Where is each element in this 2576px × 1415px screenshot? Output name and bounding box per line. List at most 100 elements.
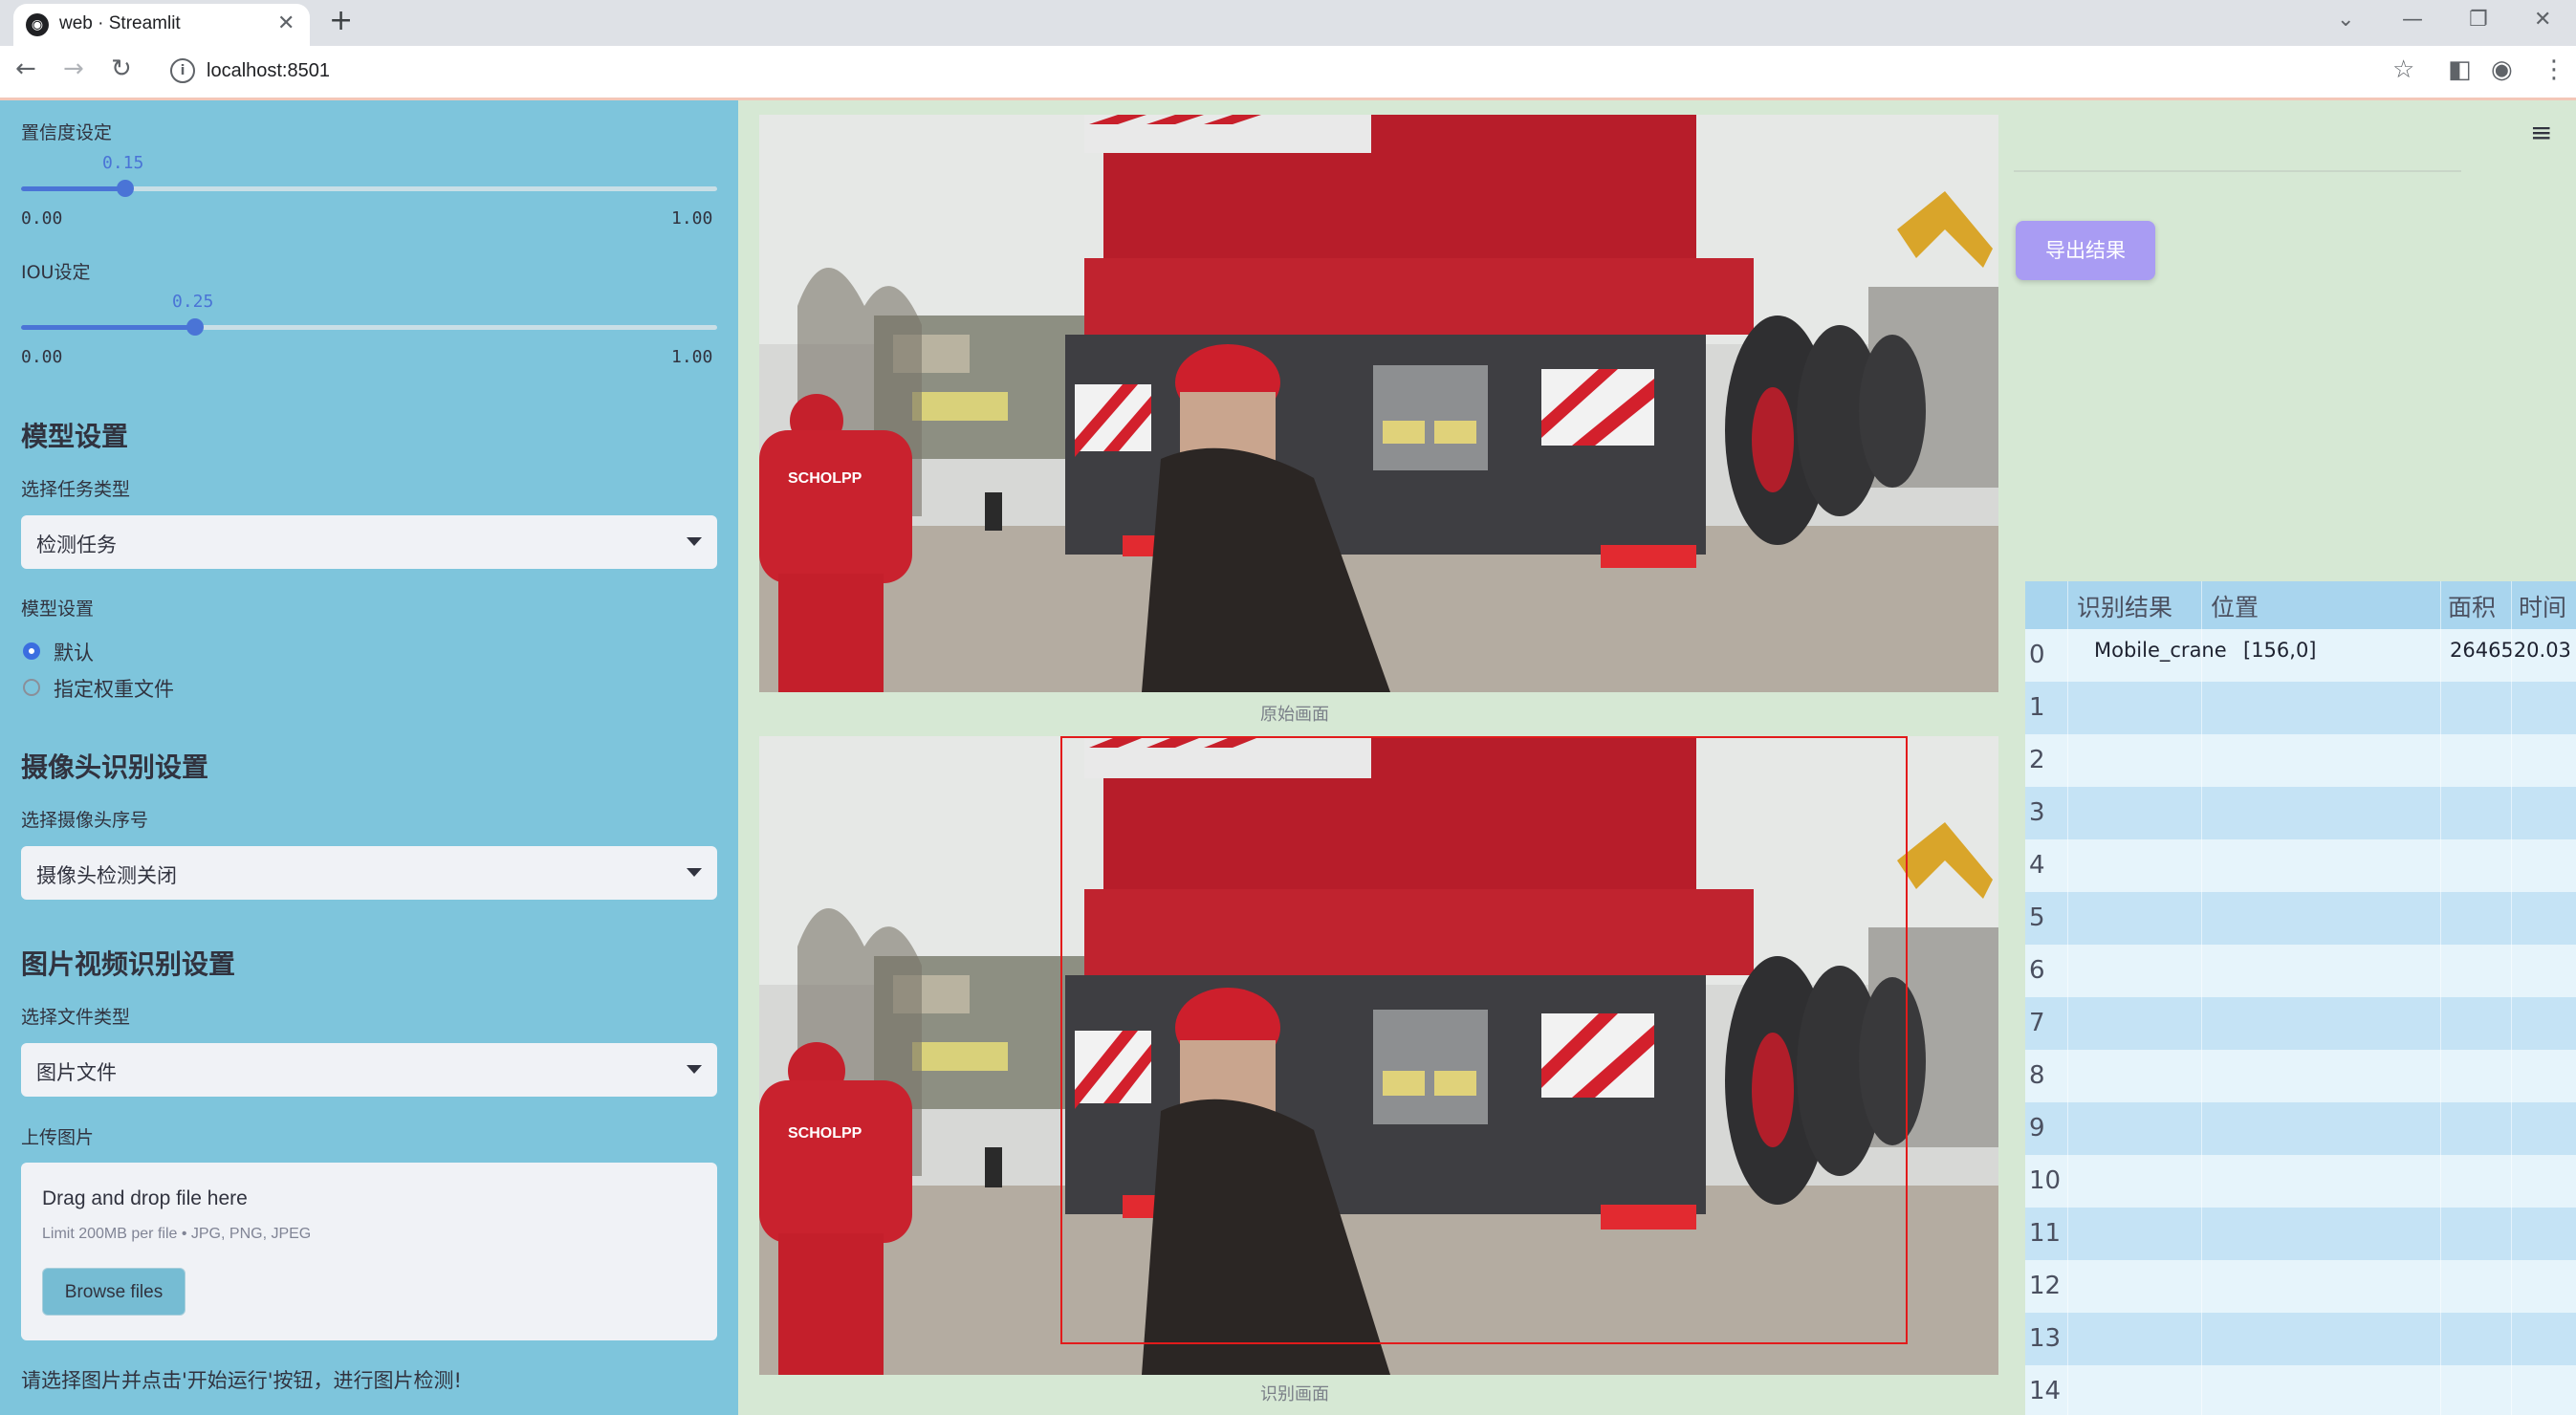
upload-hint: 请选择图片并点击'开始运行'按钮，进行图片检测! [21,1369,462,1392]
browser-tab[interactable]: ◉ web · Streamlit ✕ [13,4,310,46]
row-index: 4 [2029,851,2045,880]
col-header-time[interactable]: 时间 [2519,589,2566,623]
row-index: 6 [2029,956,2045,985]
side-panel-icon[interactable]: ◧ [2448,55,2472,84]
iou-slider[interactable] [21,318,717,336]
radio-custom-weights[interactable] [23,679,40,696]
chevron-down-icon [687,868,702,877]
cell-position: [156,0] [2243,639,2317,662]
table-row[interactable]: 8 [2025,1050,2576,1102]
table-row[interactable]: 7 [2025,997,2576,1050]
address-bar[interactable]: i localhost:8501 [161,53,2369,91]
browser-tab-bar: ◉ web · Streamlit ✕ + ⌄ — ❐ ✕ [0,0,2576,46]
radio-default-label[interactable]: 默认 [54,638,94,666]
forward-icon[interactable]: → [63,54,84,83]
new-tab-icon[interactable]: + [329,4,353,37]
tab-title: web · Streamlit [59,13,181,33]
column-divider [2511,581,2512,1415]
site-info-icon[interactable]: i [170,58,195,83]
radio-default[interactable] [23,642,40,660]
model-section-title: 模型设置 [21,421,129,452]
table-row[interactable]: 12 [2025,1260,2576,1313]
row-index: 7 [2029,1009,2045,1037]
upload-label: 上传图片 [21,1127,95,1148]
table-row[interactable]: 6 [2025,945,2576,997]
table-row[interactable]: 4 [2025,839,2576,892]
row-index: 3 [2029,798,2045,827]
row-index: 2 [2029,746,2045,774]
cell-result: Mobile_crane [2094,639,2227,662]
table-row[interactable]: 5 [2025,892,2576,945]
iou-slider-fill [21,325,195,330]
radio-custom-weights-label[interactable]: 指定权重文件 [54,674,174,703]
detection-box-mobile-crane [1060,736,1908,1344]
result-caption: 识别画面 [1260,1384,1329,1404]
divider [2014,170,2461,172]
chevron-down-icon [687,1065,702,1074]
confidence-value: 0.15 [102,153,144,173]
table-row[interactable]: 9 [2025,1102,2576,1155]
close-tab-icon[interactable]: ✕ [277,11,295,35]
confidence-max: 1.00 [671,208,713,229]
table-row[interactable]: 11 [2025,1208,2576,1260]
export-results-button[interactable]: 导出结果 [2016,221,2155,280]
row-index: 11 [2029,1219,2062,1248]
row-index: 0 [2029,641,2045,669]
hamburger-menu-icon[interactable]: ≡ [2530,117,2552,148]
camera-select[interactable]: 摄像头检测关闭 [21,846,717,900]
table-header: 识别结果 位置 面积 时间 [2025,581,2576,629]
table-row[interactable]: 10 [2025,1155,2576,1208]
browse-files-button[interactable]: Browse files [42,1268,186,1316]
tab-search-chevron-icon[interactable]: ⌄ [2337,8,2354,32]
chevron-down-icon [687,537,702,546]
profile-avatar-icon[interactable]: ◉ [2491,55,2513,84]
minimize-icon[interactable]: — [2402,8,2423,32]
url-text[interactable]: localhost:8501 [207,60,330,82]
confidence-slider[interactable] [21,180,717,197]
row-index: 9 [2029,1114,2045,1143]
restore-icon[interactable]: ❐ [2469,8,2488,32]
task-type-select[interactable]: 检测任务 [21,515,717,569]
table-row[interactable]: 0 Mobile_crane [156,0] 2646520.03 [2025,629,2576,682]
confidence-min: 0.00 [21,208,63,229]
confidence-label: 置信度设定 [21,122,113,143]
file-uploader-dropzone[interactable]: Drag and drop file here Limit 200MB per … [21,1163,717,1340]
row-index: 1 [2029,693,2045,722]
crane-scene-image: SCHOLPP [759,115,1998,692]
original-image: SCHOLPP [759,115,1998,692]
original-caption: 原始画面 [1260,705,1329,725]
iou-max: 1.00 [671,347,713,367]
close-window-icon[interactable]: ✕ [2534,8,2551,32]
col-header-area[interactable]: 面积 [2448,589,2496,623]
row-index: 5 [2029,903,2045,932]
file-type-select[interactable]: 图片文件 [21,1043,717,1097]
streamlit-favicon-icon: ◉ [26,13,49,36]
confidence-slider-thumb[interactable] [117,180,134,197]
back-icon[interactable]: ← [15,54,36,83]
table-row[interactable]: 3 [2025,787,2576,839]
uploader-title: Drag and drop file here [42,1187,248,1209]
table-row[interactable]: 14 [2025,1365,2576,1415]
camera-value: 摄像头检测关闭 [36,864,177,887]
table-row[interactable]: 2 [2025,734,2576,787]
row-index: 10 [2029,1166,2062,1195]
iou-value: 0.25 [172,292,214,312]
col-header-position[interactable]: 位置 [2211,589,2259,623]
camera-section-title: 摄像头识别设置 [21,751,209,783]
reload-icon[interactable]: ↻ [111,54,132,83]
task-type-value: 检测任务 [36,533,117,556]
file-type-value: 图片文件 [36,1061,117,1084]
camera-label: 选择摄像头序号 [21,810,149,831]
table-row[interactable]: 13 [2025,1313,2576,1365]
bookmark-star-icon[interactable]: ☆ [2392,55,2414,84]
svg-text:SCHOLPP: SCHOLPP [788,470,862,487]
col-header-result[interactable]: 识别结果 [2077,589,2172,623]
file-type-label: 选择文件类型 [21,1007,131,1028]
media-section-title: 图片视频识别设置 [21,948,236,980]
iou-slider-thumb[interactable] [186,318,204,336]
browser-menu-icon[interactable]: ⋮ [2542,55,2566,84]
column-divider [2067,581,2068,1415]
row-index: 8 [2029,1061,2045,1090]
browser-toolbar: ← → ↻ i localhost:8501 ☆ ◧ ◉ ⋮ [0,46,2576,100]
table-row[interactable]: 1 [2025,682,2576,734]
